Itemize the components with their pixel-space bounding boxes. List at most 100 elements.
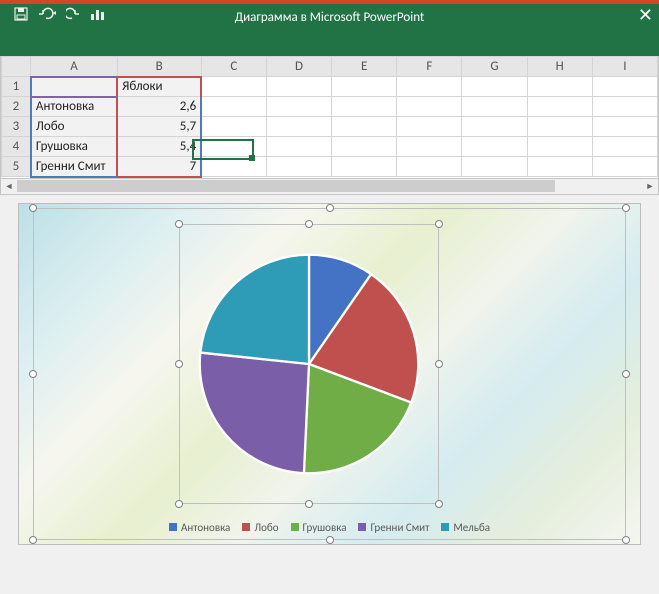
cell[interactable]	[332, 137, 397, 157]
cell[interactable]	[266, 137, 331, 157]
cell[interactable]	[462, 77, 527, 97]
legend-item: Грушовка	[291, 521, 347, 534]
pie-slice[interactable]	[200, 254, 309, 363]
quick-access-toolbar	[0, 4, 114, 21]
cell[interactable]	[397, 137, 462, 157]
resize-handle-se[interactable]	[622, 536, 630, 544]
cell[interactable]: Лобо	[31, 117, 117, 137]
legend-swatch	[291, 523, 299, 531]
resize-handle-w[interactable]	[175, 360, 183, 368]
scroll-right-button[interactable]: ►	[642, 179, 658, 193]
resize-handle-e[interactable]	[622, 370, 630, 378]
resize-handle-ne[interactable]	[435, 220, 443, 228]
col-header[interactable]: I	[592, 57, 657, 77]
cell[interactable]	[527, 137, 592, 157]
cell[interactable]	[592, 77, 657, 97]
cell[interactable]	[201, 117, 266, 137]
chart-tools-icon[interactable]	[90, 7, 106, 21]
cell[interactable]	[201, 157, 266, 177]
resize-handle-ne[interactable]	[622, 204, 630, 212]
resize-handle-s[interactable]	[326, 536, 334, 544]
cell[interactable]	[266, 157, 331, 177]
cell[interactable]	[462, 117, 527, 137]
row-header[interactable]: 3	[2, 117, 31, 137]
cell[interactable]	[592, 137, 657, 157]
cell[interactable]: Грушовка	[31, 137, 117, 157]
col-header[interactable]: H	[527, 57, 592, 77]
horizontal-scrollbar[interactable]: ◄ ►	[1, 178, 658, 194]
cell[interactable]	[332, 77, 397, 97]
cell[interactable]: Антоновка	[31, 97, 117, 117]
resize-handle-w[interactable]	[29, 370, 37, 378]
cell[interactable]	[397, 117, 462, 137]
cell[interactable]	[266, 117, 331, 137]
cell[interactable]	[332, 117, 397, 137]
resize-handle-n[interactable]	[326, 204, 334, 212]
cell[interactable]: 5,4	[117, 137, 201, 157]
slide-canvas[interactable]: Яблоки АнтоновкаЛобоГрушовк	[18, 203, 641, 545]
cell[interactable]	[462, 137, 527, 157]
cell[interactable]	[397, 77, 462, 97]
cell[interactable]: 5,7	[117, 117, 201, 137]
cell[interactable]	[527, 77, 592, 97]
cell[interactable]: Яблоки	[117, 77, 201, 97]
resize-handle-sw[interactable]	[29, 536, 37, 544]
cell[interactable]: Гренни Смит	[31, 157, 117, 177]
cell[interactable]	[266, 97, 331, 117]
redo-icon[interactable]	[66, 7, 80, 21]
legend-item: Лобо	[242, 521, 278, 534]
cell[interactable]	[332, 157, 397, 177]
row-header[interactable]: 5	[2, 157, 31, 177]
close-button[interactable]: ✕	[638, 6, 653, 24]
pie-slice[interactable]	[200, 352, 309, 473]
scroll-thumb[interactable]	[17, 180, 555, 192]
legend-label: Мельба	[453, 521, 490, 534]
cell[interactable]	[527, 157, 592, 177]
cell[interactable]: 7	[117, 157, 201, 177]
legend-label: Антоновка	[181, 521, 230, 534]
resize-handle-sw[interactable]	[175, 500, 183, 508]
legend-item: Антоновка	[169, 521, 230, 534]
cell[interactable]	[592, 117, 657, 137]
col-header[interactable]: G	[462, 57, 527, 77]
scroll-track[interactable]	[17, 179, 642, 193]
worksheet[interactable]: A B C D E F G H I 1 Яблоки 2 Антоновка 2…	[0, 56, 659, 195]
cell[interactable]	[462, 157, 527, 177]
cell[interactable]	[31, 77, 117, 97]
cell[interactable]	[397, 157, 462, 177]
row-header[interactable]: 1	[2, 77, 31, 97]
scroll-left-button[interactable]: ◄	[1, 179, 17, 193]
resize-handle-nw[interactable]	[29, 204, 37, 212]
cell[interactable]	[201, 77, 266, 97]
resize-handle-se[interactable]	[435, 500, 443, 508]
col-header[interactable]: A	[31, 57, 117, 77]
cell[interactable]	[397, 97, 462, 117]
col-header[interactable]: D	[266, 57, 331, 77]
cell[interactable]	[462, 97, 527, 117]
cell[interactable]	[201, 137, 266, 157]
legend-swatch	[169, 523, 177, 531]
plot-area-frame[interactable]	[179, 224, 439, 504]
pie-chart[interactable]	[194, 225, 424, 503]
resize-handle-nw[interactable]	[175, 220, 183, 228]
cell[interactable]	[592, 157, 657, 177]
col-header[interactable]: E	[332, 57, 397, 77]
cell[interactable]	[266, 77, 331, 97]
legend-label: Гренни Смит	[370, 521, 429, 534]
col-header[interactable]: F	[397, 57, 462, 77]
cell[interactable]	[527, 117, 592, 137]
cell[interactable]	[592, 97, 657, 117]
save-icon[interactable]	[14, 7, 28, 21]
cell[interactable]	[201, 97, 266, 117]
resize-handle-e[interactable]	[435, 360, 443, 368]
grid[interactable]: A B C D E F G H I 1 Яблоки 2 Антоновка 2…	[1, 56, 658, 178]
cell[interactable]: 2,6	[117, 97, 201, 117]
row-header[interactable]: 4	[2, 137, 31, 157]
col-header[interactable]: B	[117, 57, 201, 77]
cell[interactable]	[527, 97, 592, 117]
col-header[interactable]: C	[201, 57, 266, 77]
legend-label: Грушовка	[303, 521, 347, 534]
row-header[interactable]: 2	[2, 97, 31, 117]
undo-icon[interactable]	[38, 7, 56, 21]
cell[interactable]	[332, 97, 397, 117]
